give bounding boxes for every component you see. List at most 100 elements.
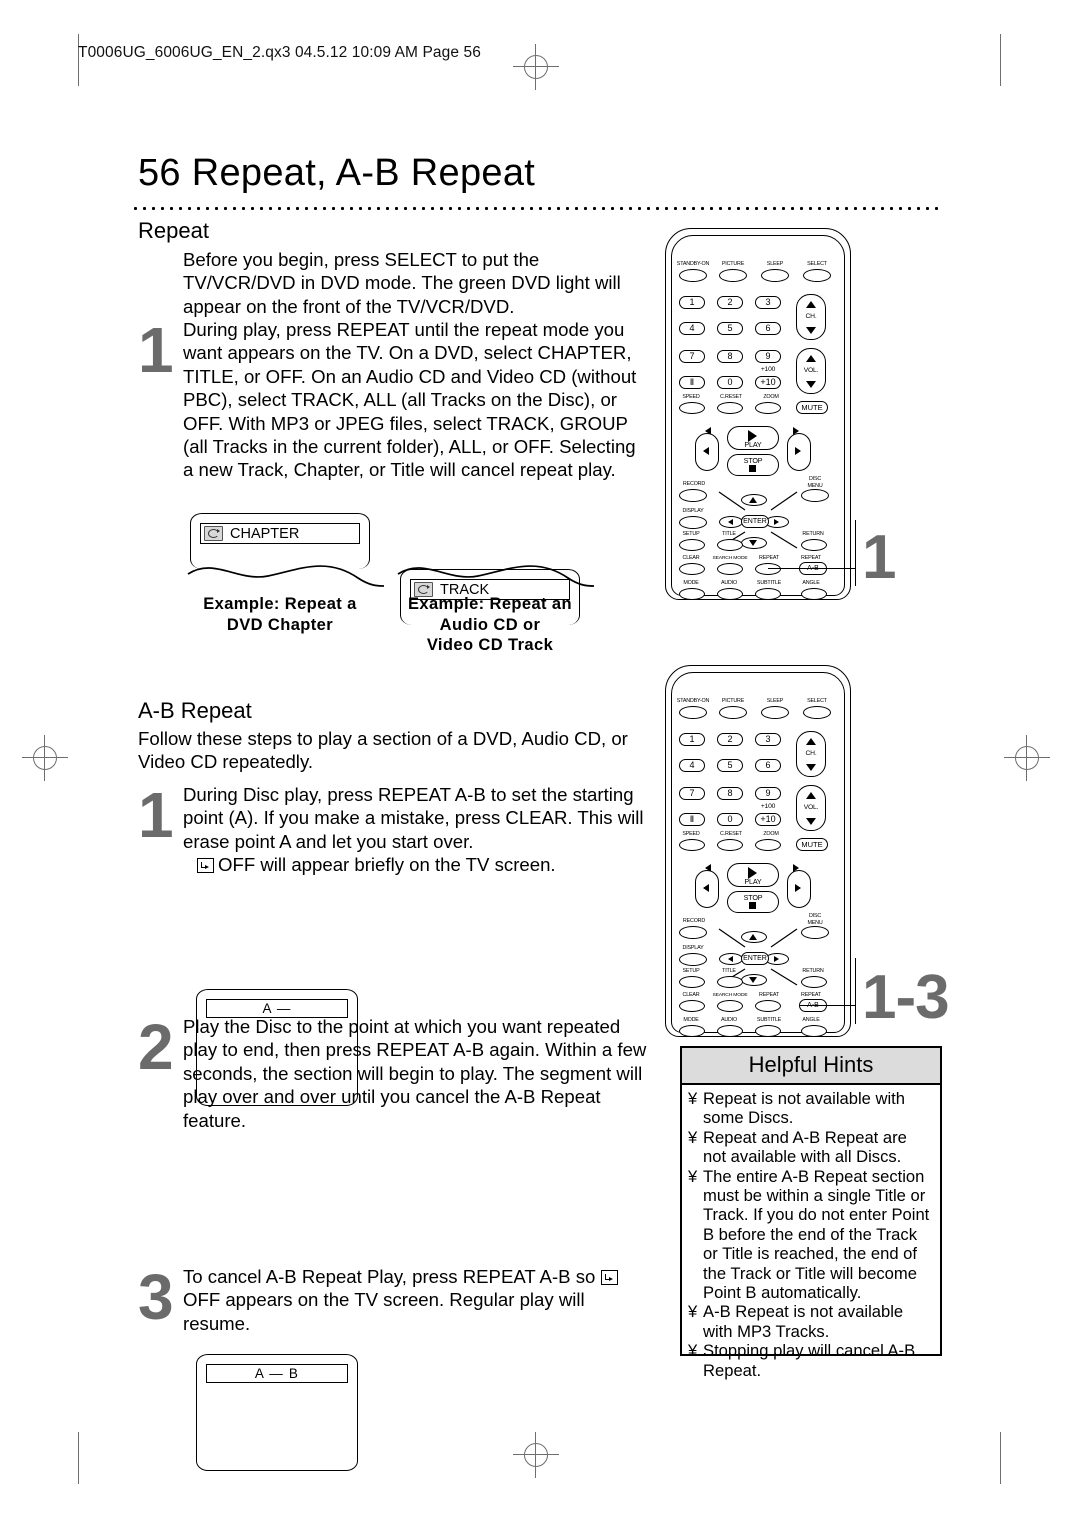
- button-return[interactable]: [801, 539, 827, 551]
- ab-step-1-icon-text: OFF will appear briefly on the TV screen…: [218, 854, 556, 876]
- button-sleep[interactable]: [761, 269, 789, 282]
- button-picture[interactable]: [719, 269, 747, 282]
- button-speed[interactable]: [679, 402, 705, 414]
- repeat-off-icon: [197, 858, 214, 874]
- button-0[interactable]: 0: [717, 376, 743, 389]
- button-9[interactable]: 9: [755, 787, 781, 800]
- button-0[interactable]: 0: [717, 813, 743, 826]
- button-sleep[interactable]: [761, 706, 789, 719]
- button-audio[interactable]: [717, 1025, 743, 1037]
- label-creset: C.RESET: [720, 831, 742, 837]
- button-5[interactable]: 5: [717, 322, 743, 335]
- button-creset[interactable]: [717, 402, 743, 414]
- button-repeat[interactable]: [755, 1000, 781, 1012]
- label-repeat-ab: REPEAT: [801, 555, 821, 561]
- button-mode[interactable]: [679, 1025, 705, 1037]
- button-6[interactable]: 6: [755, 322, 781, 335]
- button-9[interactable]: 9: [755, 350, 781, 363]
- volume-up-icon[interactable]: [806, 355, 816, 362]
- button-mode[interactable]: [679, 588, 705, 600]
- label-play: PLAY: [744, 877, 762, 886]
- button-3[interactable]: 3: [755, 733, 781, 746]
- button-4[interactable]: 4: [679, 322, 705, 335]
- ab-repeat-section: A-B Repeat Follow these steps to play a …: [138, 698, 648, 774]
- button-speed[interactable]: [679, 839, 705, 851]
- label-clear: CLEAR: [682, 992, 700, 998]
- button-search-mode[interactable]: [717, 563, 743, 575]
- button-audio[interactable]: [717, 588, 743, 600]
- button-2[interactable]: 2: [717, 296, 743, 309]
- button-search-mode[interactable]: [717, 1000, 743, 1012]
- button-display[interactable]: [679, 516, 707, 529]
- channel-down-icon[interactable]: [806, 764, 816, 771]
- remote-control-top: STANDBY-ON PICTURE SLEEP SELECT 1 2 3 4 …: [665, 228, 851, 600]
- button-4[interactable]: 4: [679, 759, 705, 772]
- button-plus10[interactable]: +10: [755, 376, 781, 389]
- volume-down-icon[interactable]: [806, 818, 816, 825]
- crop-mark-top-right: [1000, 34, 1001, 86]
- volume-down-icon[interactable]: [806, 381, 816, 388]
- button-setup[interactable]: [679, 539, 705, 551]
- button-standby-on[interactable]: [679, 269, 707, 282]
- button-zoom[interactable]: [755, 402, 781, 414]
- button-select[interactable]: [803, 706, 831, 719]
- button-subtitle[interactable]: [755, 588, 781, 600]
- label-display: DISPLAY: [682, 508, 704, 514]
- fast-forward-icon[interactable]: [795, 884, 801, 892]
- hint-bullet: ¥: [688, 1127, 698, 1147]
- button-plus10[interactable]: +10: [755, 813, 781, 826]
- button-setup[interactable]: [679, 976, 705, 988]
- ab-step-1-icon-line: OFF will appear briefly on the TV screen…: [197, 853, 653, 876]
- button-mute[interactable]: MUTE: [796, 838, 828, 851]
- fast-forward-icon[interactable]: [795, 447, 801, 455]
- rewind-icon[interactable]: [703, 884, 709, 892]
- label-speed: SPEED: [682, 394, 700, 400]
- label-audio: AUDIO: [720, 1017, 738, 1023]
- button-1[interactable]: 1: [679, 733, 705, 746]
- channel-up-icon[interactable]: [806, 738, 816, 745]
- button-record[interactable]: [679, 489, 707, 502]
- button-pause[interactable]: Ⅱ: [679, 813, 705, 826]
- button-2[interactable]: 2: [717, 733, 743, 746]
- button-7[interactable]: 7: [679, 787, 705, 800]
- button-standby-on[interactable]: [679, 706, 707, 719]
- button-5[interactable]: 5: [717, 759, 743, 772]
- button-return[interactable]: [801, 976, 827, 988]
- button-pause[interactable]: Ⅱ: [679, 376, 705, 389]
- label-creset: C.RESET: [720, 394, 742, 400]
- button-mute[interactable]: MUTE: [796, 401, 828, 414]
- rewind-icon[interactable]: [703, 447, 709, 455]
- button-select[interactable]: [803, 269, 831, 282]
- osd-label-point-a: A —: [262, 1001, 292, 1016]
- button-clear[interactable]: [679, 1000, 705, 1012]
- osd-bar-point-ab: A — B: [206, 1364, 348, 1383]
- button-disc-menu[interactable]: [801, 926, 829, 939]
- button-3[interactable]: 3: [755, 296, 781, 309]
- callout-top: 1: [862, 523, 896, 592]
- button-creset[interactable]: [717, 839, 743, 851]
- helpful-hints-title: Helpful Hints: [682, 1048, 940, 1085]
- button-8[interactable]: 8: [717, 350, 743, 363]
- button-title[interactable]: [717, 976, 743, 988]
- button-7[interactable]: 7: [679, 350, 705, 363]
- button-picture[interactable]: [719, 706, 747, 719]
- button-display[interactable]: [679, 953, 707, 966]
- label-return: RETURN: [802, 531, 824, 537]
- button-zoom[interactable]: [755, 839, 781, 851]
- hint-item: ¥ Stopping play will cancel A-B Repeat.: [688, 1341, 934, 1380]
- channel-down-icon[interactable]: [806, 327, 816, 334]
- button-record[interactable]: [679, 926, 707, 939]
- channel-up-icon[interactable]: [806, 301, 816, 308]
- volume-up-icon[interactable]: [806, 792, 816, 799]
- button-disc-menu[interactable]: [801, 489, 829, 502]
- button-angle[interactable]: [801, 588, 827, 600]
- button-title[interactable]: [717, 539, 743, 551]
- button-8[interactable]: 8: [717, 787, 743, 800]
- hint-text: Stopping play will cancel A-B Repeat.: [703, 1341, 916, 1380]
- button-clear[interactable]: [679, 563, 705, 575]
- button-angle[interactable]: [801, 1025, 827, 1037]
- button-6[interactable]: 6: [755, 759, 781, 772]
- button-subtitle[interactable]: [755, 1025, 781, 1037]
- button-1[interactable]: 1: [679, 296, 705, 309]
- helpful-hints-list: ¥ Repeat is not available with some Disc…: [682, 1085, 940, 1388]
